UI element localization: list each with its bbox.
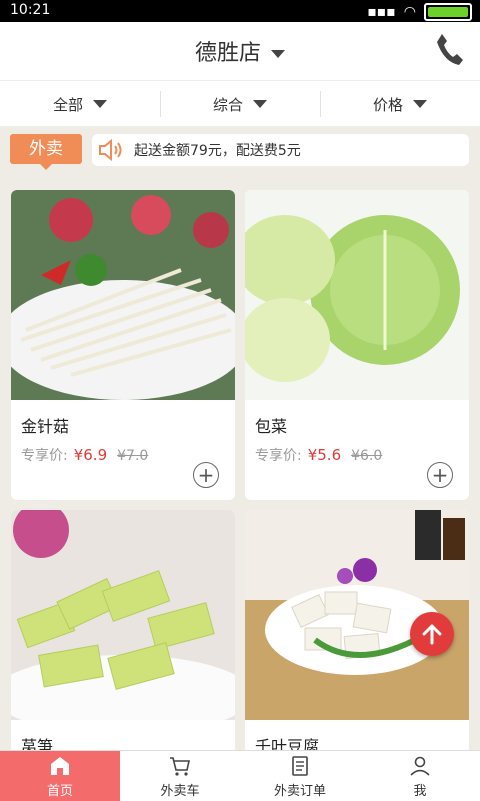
signal-icon: ▪▪▪: [367, 4, 396, 20]
status-bar: 10:21 ▪▪▪ ◠: [0, 0, 480, 22]
filter-label: 全部: [52, 95, 83, 114]
product-card[interactable]: 金针菇 专享价: ¥6.9 ¥7.0 +: [11, 190, 235, 500]
chevron-down-icon: [271, 50, 285, 58]
phone-icon[interactable]: [434, 32, 464, 66]
cart-icon: [170, 756, 190, 776]
filter-label: 价格: [372, 95, 403, 114]
app-header: 德胜店: [0, 22, 480, 80]
home-icon: [51, 756, 69, 775]
user-icon: [410, 756, 430, 776]
filter-all[interactable]: 全部: [0, 81, 160, 127]
product-image: [11, 510, 235, 735]
add-to-cart-icon[interactable]: +: [427, 462, 453, 488]
store-name: 德胜店: [194, 41, 261, 66]
current-price: ¥5.6: [307, 446, 342, 464]
store-selector[interactable]: 德胜店: [0, 35, 480, 67]
speaker-icon: [99, 139, 122, 161]
product-name: 千叶豆腐: [255, 737, 320, 750]
filter-price[interactable]: 价格: [320, 81, 480, 127]
order-icon: [292, 755, 308, 776]
product-card[interactable]: 莴笋: [11, 510, 235, 750]
tab-cart[interactable]: 外卖车: [120, 751, 240, 801]
wifi-icon: ◠: [403, 4, 416, 20]
filter-overall[interactable]: 综合: [160, 81, 320, 127]
tab-orders[interactable]: 外卖订单: [240, 751, 360, 801]
status-time: 10:21: [10, 2, 51, 18]
scroll-to-top-button[interactable]: [410, 612, 454, 656]
product-name: 莴笋: [21, 737, 54, 750]
filter-bar: 全部 综合 价格: [0, 80, 480, 127]
filter-label: 综合: [212, 95, 243, 114]
product-name: 包菜: [255, 417, 288, 436]
tab-label: 外卖订单: [273, 783, 326, 799]
notice-text: 起送金额79元，配送费5元: [134, 143, 301, 159]
price-label: 专享价:: [255, 448, 302, 464]
product-card[interactable]: 包菜 专享价: ¥5.6 ¥6.0 +: [245, 190, 469, 500]
original-price: ¥6.0: [351, 448, 383, 464]
original-price: ¥7.0: [117, 448, 149, 464]
notice-bar: 起送金额79元，配送费5元: [92, 134, 469, 166]
delivery-tag: 外卖: [10, 134, 82, 170]
current-price: ¥6.9: [73, 446, 108, 464]
chevron-down-icon: [93, 100, 107, 108]
product-image: [245, 190, 469, 400]
tab-home[interactable]: 首页: [0, 751, 120, 801]
product-name: 金针菇: [21, 417, 70, 436]
product-grid: 金针菇 专享价: ¥6.9 ¥7.0 + 包菜 专享价: ¥5.6 ¥6.0 +: [0, 174, 480, 750]
status-icons: ▪▪▪ ◠: [367, 3, 472, 21]
arrow-up-icon: [422, 624, 442, 645]
add-to-cart-icon[interactable]: +: [193, 462, 219, 488]
delivery-notice: 外卖 起送金额79元，配送费5元: [0, 126, 480, 174]
product-image: [11, 190, 235, 400]
bottom-tab-bar: 首页 外卖车 外卖订单 我: [0, 750, 480, 801]
price-label: 专享价:: [21, 448, 68, 464]
chevron-down-icon: [253, 100, 267, 108]
tab-label: 我: [413, 783, 427, 799]
tab-me[interactable]: 我: [360, 751, 480, 801]
chevron-down-icon: [413, 100, 427, 108]
battery-icon: [424, 3, 472, 21]
tab-label: 外卖车: [160, 783, 200, 799]
tab-label: 首页: [46, 783, 73, 799]
